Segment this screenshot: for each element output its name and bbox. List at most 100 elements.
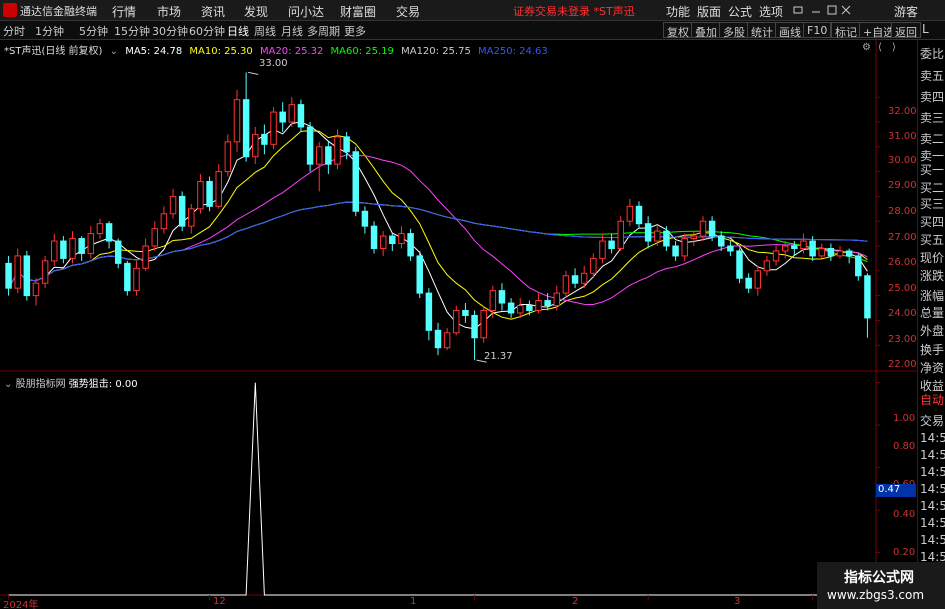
x-tick: 2 [572, 596, 579, 607]
period-timeshare[interactable]: 分时 [3, 23, 25, 39]
period-5min[interactable]: 5分钟 [79, 23, 108, 39]
close-icon[interactable] [841, 5, 851, 15]
period-more[interactable]: 更多 [344, 23, 366, 39]
period-1min[interactable]: 1分钟 [35, 23, 64, 39]
quote-field-label: 14:55 [920, 431, 945, 445]
high-arrow [248, 71, 259, 75]
quote-field-label: 买一 [920, 163, 945, 177]
candle-body [507, 302, 515, 314]
quote-field-label: 交易 [920, 414, 945, 428]
candle-body [690, 235, 698, 240]
price-tick: 32.00 [888, 106, 917, 117]
menu-marketplace[interactable]: 市场 [157, 3, 181, 20]
menu-trade[interactable]: 交易 [396, 3, 420, 20]
candle-body [626, 205, 634, 222]
candle-body [51, 240, 58, 262]
candle-body [654, 230, 661, 242]
candle-body [370, 225, 378, 249]
chevron-left-icon[interactable]: ⟨ [878, 42, 882, 53]
chevron-down-icon[interactable]: ⌄ [4, 379, 12, 390]
period-15min[interactable]: 15分钟 [114, 23, 150, 39]
guest-label[interactable]: 游客 [894, 3, 918, 20]
candle-body [288, 104, 296, 123]
quote-field-label: 买四 [920, 215, 945, 229]
candle-body [498, 290, 506, 304]
menu-news[interactable]: 资讯 [201, 3, 225, 20]
window-controls[interactable] [792, 4, 852, 18]
draw-line-button[interactable]: 画线 [775, 22, 805, 39]
candle-body [526, 305, 533, 311]
app-logo-icon [3, 3, 17, 17]
candle-body [252, 133, 259, 158]
menu-formula[interactable]: 公式 [728, 3, 752, 20]
period-daily[interactable]: 日线 [227, 23, 249, 39]
candle-body [416, 255, 423, 294]
menu-wealth[interactable]: 财富圈 [340, 3, 376, 20]
ma20-label: MA20: 25.32 [259, 46, 324, 57]
adjust-button[interactable]: 复权 [663, 22, 693, 39]
indicator-cursor-value: 0.47 [876, 484, 916, 497]
quote-field-label: 卖四 [920, 90, 945, 104]
stats-button[interactable]: 统计 [747, 22, 777, 39]
candle-body [535, 300, 542, 311]
candle-body [124, 262, 131, 292]
price-tick: 30.00 [888, 155, 917, 166]
candle-body [41, 260, 49, 284]
quote-field-label: 卖二 [920, 132, 945, 146]
menu-discover[interactable]: 发现 [244, 3, 268, 20]
kline-chart[interactable] [0, 40, 917, 609]
candle-body [215, 171, 222, 207]
candle-body [233, 99, 241, 143]
multi-stock-button[interactable]: 多股 [719, 22, 749, 39]
indicator-info-bar: ⌄ 股朋指标网 强势狙击: 0.00 [4, 375, 138, 390]
screen-icon[interactable] [793, 6, 803, 14]
candle-body [242, 99, 250, 158]
settings-icon[interactable]: ⚙ [862, 42, 871, 53]
back-button[interactable]: 返回 [891, 22, 921, 39]
menu-function[interactable]: 功能 [666, 3, 690, 20]
candle-body [754, 270, 762, 289]
maximize-icon[interactable] [827, 5, 837, 15]
menu-options[interactable]: 选项 [759, 3, 783, 20]
candle-body [553, 292, 561, 307]
title-bar: 通达信金融终端 行情 市场 资讯 发现 问小达 财富圈 交易 证券交易未登录 *… [0, 0, 945, 21]
price-tick: 31.00 [888, 131, 917, 142]
watermark: 指标公式网 www.zbgs3.com [817, 562, 945, 609]
chevron-right-icon[interactable]: ⟩ [892, 42, 896, 53]
candle-body [791, 245, 798, 249]
app-name: 通达信金融终端 [20, 5, 97, 18]
candle-body [32, 282, 40, 297]
quote-field-label: 外盘 [920, 324, 945, 338]
quote-field-label: 14:56 [920, 533, 945, 547]
period-60min[interactable]: 60分钟 [189, 23, 225, 39]
quote-field-label: 买五 [920, 233, 945, 247]
menu-ask[interactable]: 问小达 [288, 3, 324, 20]
f10-button[interactable]: F10 [803, 22, 832, 38]
chevron-down-icon[interactable]: ⌄ [110, 46, 118, 57]
menu-market[interactable]: 行情 [112, 3, 136, 20]
ma120-label: MA120: 25.75 [401, 46, 471, 57]
candle-body [434, 329, 442, 349]
period-monthly[interactable]: 月线 [281, 23, 303, 39]
menu-layout[interactable]: 版面 [697, 3, 721, 20]
candle-body [718, 235, 725, 247]
period-multi[interactable]: 多周期 [307, 23, 340, 39]
mark-button[interactable]: 标记 [831, 22, 861, 39]
candle-body [772, 250, 780, 262]
indicator-tick: 0.80 [893, 441, 916, 452]
watermark-title: 指标公式网 [844, 570, 914, 586]
period-30min[interactable]: 30分钟 [152, 23, 188, 39]
indicator-source: 股朋指标网 [15, 379, 66, 390]
quote-field-label[interactable]: 自动 [920, 391, 944, 408]
candle-body [87, 233, 95, 254]
period-toolbar: 分时 1分钟 5分钟 15分钟 30分钟 60分钟 日线 周线 月线 多周期 更… [0, 21, 945, 40]
quote-field-label: 14:55 [920, 448, 945, 462]
candle-body [562, 275, 570, 294]
candle-body [379, 235, 387, 249]
candle-body [489, 290, 497, 311]
panel-header[interactable]: L [922, 22, 929, 36]
candle-body [306, 126, 314, 165]
period-weekly[interactable]: 周线 [254, 23, 276, 39]
overlay-button[interactable]: 叠加 [691, 22, 721, 39]
chart-controls[interactable]: ⚙ ⟨ ⟩ [862, 42, 912, 56]
